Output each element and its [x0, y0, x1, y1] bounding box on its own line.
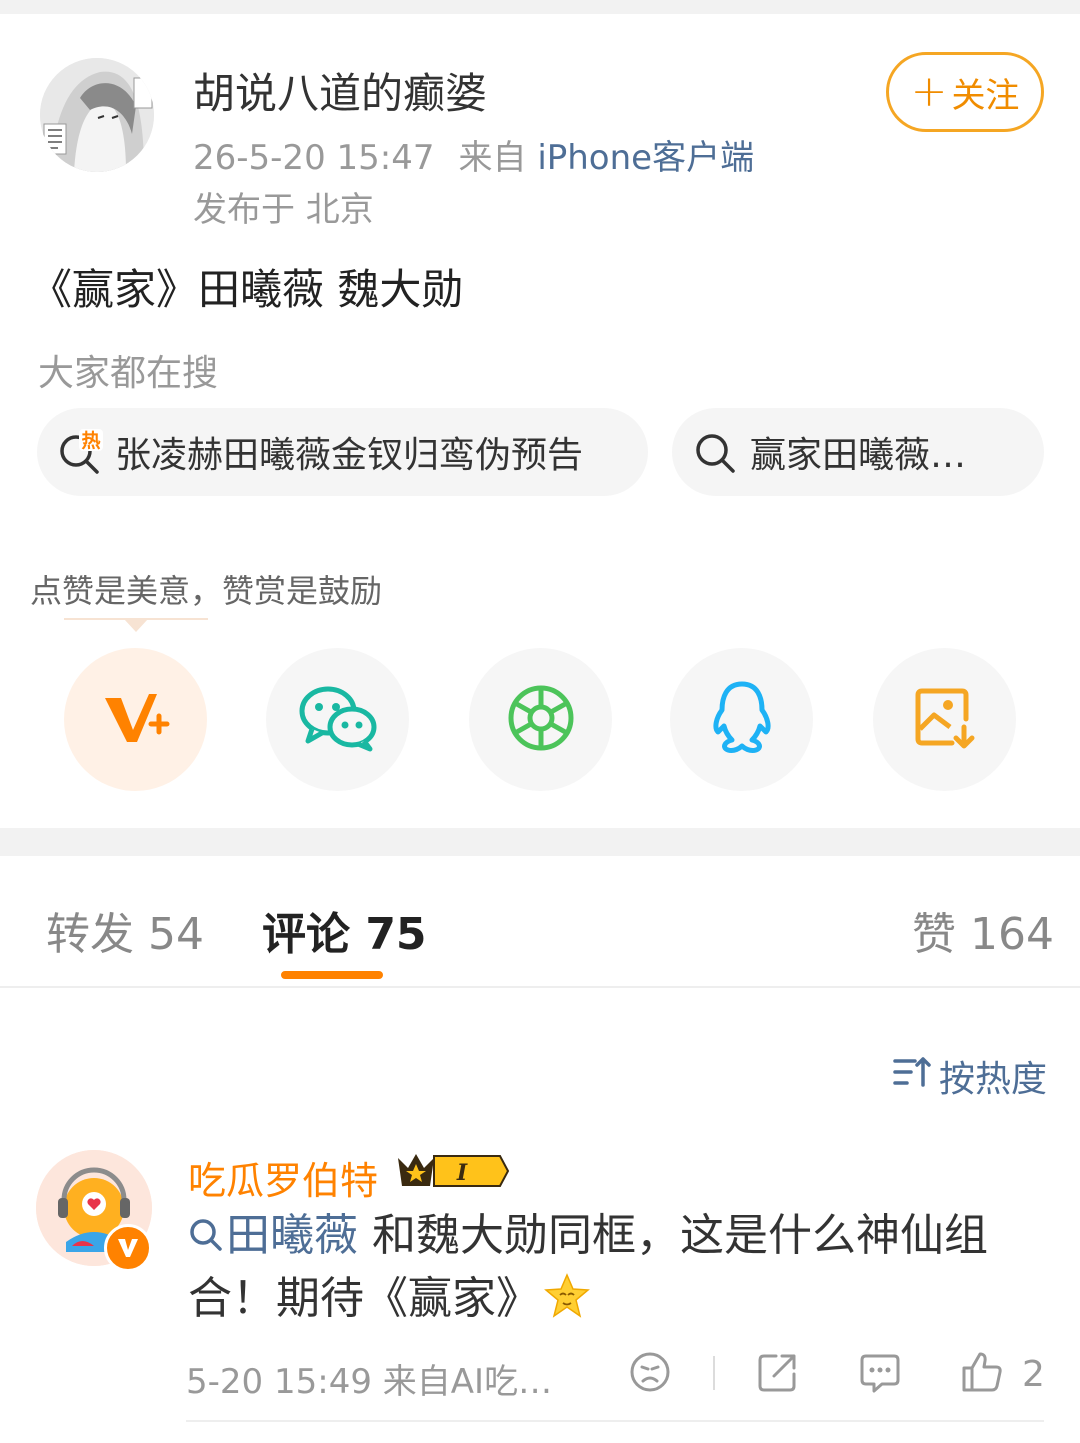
like-comment-button[interactable] — [960, 1350, 1004, 1398]
trending-chip-text: 张凌赫田曦薇金钗归鸾伪预告 — [115, 435, 584, 476]
hot-search-icon: 热 — [57, 429, 103, 475]
share-icon — [756, 1350, 800, 1398]
trending-heading: 大家都在搜 — [38, 353, 219, 394]
search-icon — [692, 429, 738, 475]
tab-like[interactable]: 赞 164 — [912, 898, 1054, 962]
topic-link[interactable]: 田曦薇 — [188, 1210, 358, 1261]
v-plus-icon — [101, 688, 171, 752]
hot-badge: 热 — [81, 429, 100, 452]
save-image-icon — [912, 685, 978, 755]
source-prefix: 来自 — [458, 138, 527, 178]
dislike-button[interactable] — [628, 1350, 672, 1398]
comment-icon — [858, 1350, 902, 1398]
level-badge-text: I — [456, 1160, 468, 1186]
author-name[interactable]: 胡说八道的癫婆 — [193, 60, 487, 121]
dislike-face-icon — [628, 1350, 672, 1398]
tab-comment[interactable]: 评论 75 — [262, 898, 427, 962]
reward-button[interactable] — [64, 648, 207, 791]
comment-text: 田曦薇 和魏大勋同框，这是什么神仙组合！期待《赢家》 — [188, 1206, 1038, 1335]
repost-comment-button[interactable] — [756, 1350, 800, 1398]
save-image-button[interactable] — [873, 648, 1016, 791]
reply-button[interactable] — [858, 1350, 902, 1398]
search-icon — [188, 1209, 224, 1269]
trending-chip[interactable]: 赢家田曦薇… — [672, 408, 1044, 496]
follow-label: 关注 — [951, 75, 1020, 116]
sort-label: 按热度 — [939, 1059, 1048, 1100]
share-qq-button[interactable] — [670, 648, 813, 791]
sort-button[interactable]: 按热度 — [893, 1050, 1047, 1102]
post-timestamp: 26-5-20 15:47 — [193, 138, 435, 178]
follow-button[interactable]: + 关注 — [886, 52, 1044, 132]
section-divider — [0, 828, 1080, 856]
comment-time: 5-20 15:49 — [186, 1362, 372, 1402]
trending-chip[interactable]: 热 张凌赫田曦薇金钗归鸾伪预告 — [37, 408, 648, 496]
sort-icon — [893, 1055, 931, 1098]
verified-badge-icon — [104, 1224, 152, 1272]
commenter-name[interactable]: 吃瓜罗伯特 — [188, 1150, 378, 1205]
share-moments-button[interactable] — [469, 648, 612, 791]
comment-meta: 5-20 15:49 来自AI吃… — [186, 1354, 552, 1403]
tab-repost[interactable]: 转发 54 — [46, 898, 204, 962]
star-face-emoji-icon — [544, 1273, 590, 1335]
source-client: iPhone客户端 — [537, 138, 755, 178]
action-divider — [713, 1356, 715, 1390]
comment-source: 来自AI吃… — [382, 1362, 553, 1402]
author-avatar[interactable] — [40, 58, 154, 172]
tip-pointer — [64, 618, 208, 632]
post-location: 发布于 北京 — [193, 190, 374, 230]
trending-chip-text: 赢家田曦薇… — [750, 435, 967, 476]
active-tab-indicator — [281, 971, 383, 979]
comment-like-count: 2 — [1022, 1354, 1045, 1395]
post-text: 《赢家》田曦薇 魏大勋 — [30, 265, 464, 314]
topic-label: 田曦薇 — [226, 1210, 358, 1261]
tabs-divider — [0, 986, 1080, 988]
reward-tip: 点赞是美意，赞赏是鼓励 — [30, 572, 383, 610]
comment-divider — [186, 1420, 1044, 1422]
thumbs-up-icon — [960, 1350, 1004, 1398]
top-divider — [0, 0, 1080, 14]
moments-icon — [506, 683, 576, 757]
qq-icon — [710, 680, 774, 760]
wechat-icon — [298, 683, 378, 757]
fan-level-badge: I — [398, 1154, 510, 1187]
post-meta: 26-5-20 15:47 来自 iPhone客户端 — [193, 130, 754, 179]
plus-icon: + — [910, 66, 948, 117]
share-wechat-button[interactable] — [266, 648, 409, 791]
